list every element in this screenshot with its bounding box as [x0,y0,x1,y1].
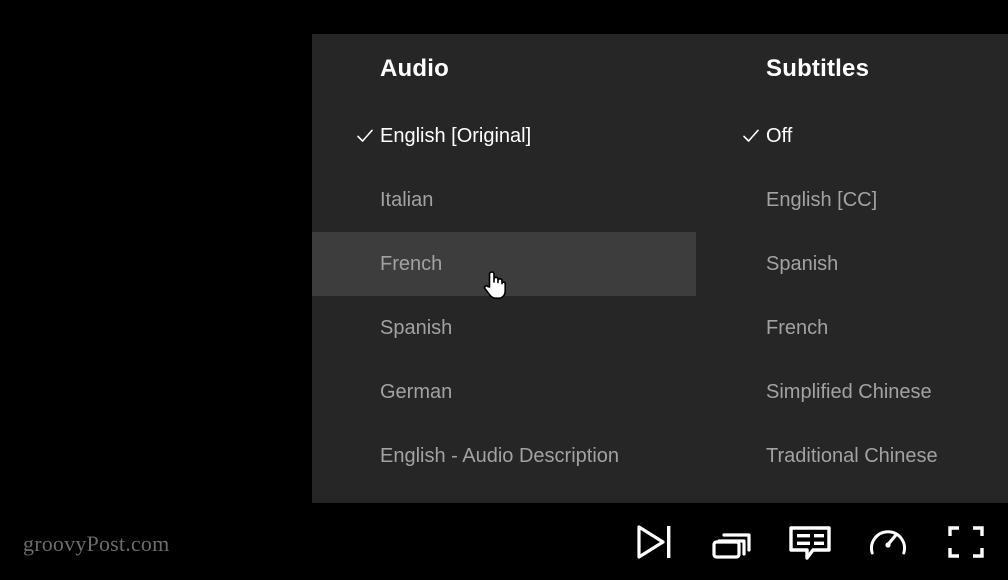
check-icon [356,127,374,145]
audio-item-english-audio-description[interactable]: English - Audio Description [312,424,696,488]
site-watermark: groovyPost.com [23,531,170,556]
subtitles-item-label: French [766,316,829,339]
audio-item-label: Italian [380,188,434,211]
next-episode-icon [634,523,674,561]
subtitles-track-column: Subtitles Off English [CC] Spanish Frenc… [696,34,1008,503]
audio-item-label: English [Original] [380,124,532,147]
subtitles-item-label: Simplified Chinese [766,380,932,403]
subtitles-track-list: Off English [CC] Spanish French Simplifi… [696,104,1008,488]
audio-item-spanish[interactable]: Spanish [312,296,696,360]
audio-item-italian[interactable]: Italian [312,168,696,232]
audio-column-heading: Audio [380,55,449,82]
audio-item-label: English - Audio Description [380,444,620,467]
subtitles-item-spanish[interactable]: Spanish [696,232,1008,296]
subtitles-item-off[interactable]: Off [696,104,1008,168]
audio-track-column: Audio English [Original] Italian French … [312,34,696,503]
audio-item-label: French [380,252,443,275]
episodes-stack-icon [711,523,753,561]
audio-item-german[interactable]: German [312,360,696,424]
next-episode-button[interactable] [625,514,682,570]
audio-item-label: German [380,380,453,403]
subtitles-item-label: Traditional Chinese [766,444,938,467]
subtitles-column-heading: Subtitles [766,55,870,82]
episodes-button[interactable] [703,514,760,570]
fullscreen-button[interactable] [937,514,994,570]
subtitles-item-simplified-chinese[interactable]: Simplified Chinese [696,360,1008,424]
audio-item-french[interactable]: French [312,232,696,296]
audio-item-english-original[interactable]: English [Original] [312,104,696,168]
track-selection-panel: Audio English [Original] Italian French … [312,34,1008,503]
audio-subtitles-button[interactable] [781,514,838,570]
subtitles-item-label: Spanish [766,252,839,275]
subtitles-item-label: Off [766,124,793,147]
fullscreen-icon [946,523,986,561]
check-icon [742,127,760,145]
speedometer-icon [868,523,908,561]
video-player-screen: Audio English [Original] Italian French … [0,0,1008,580]
audio-item-label: Spanish [380,316,453,339]
subtitles-item-french[interactable]: French [696,296,1008,360]
speech-bubble-icon [787,523,833,561]
playback-speed-button[interactable] [859,514,916,570]
player-control-buttons [625,503,994,580]
subtitles-item-english-cc[interactable]: English [CC] [696,168,1008,232]
subtitles-item-traditional-chinese[interactable]: Traditional Chinese [696,424,1008,488]
audio-track-list: English [Original] Italian French Spanis… [312,104,696,488]
subtitles-item-label: English [CC] [766,188,878,211]
